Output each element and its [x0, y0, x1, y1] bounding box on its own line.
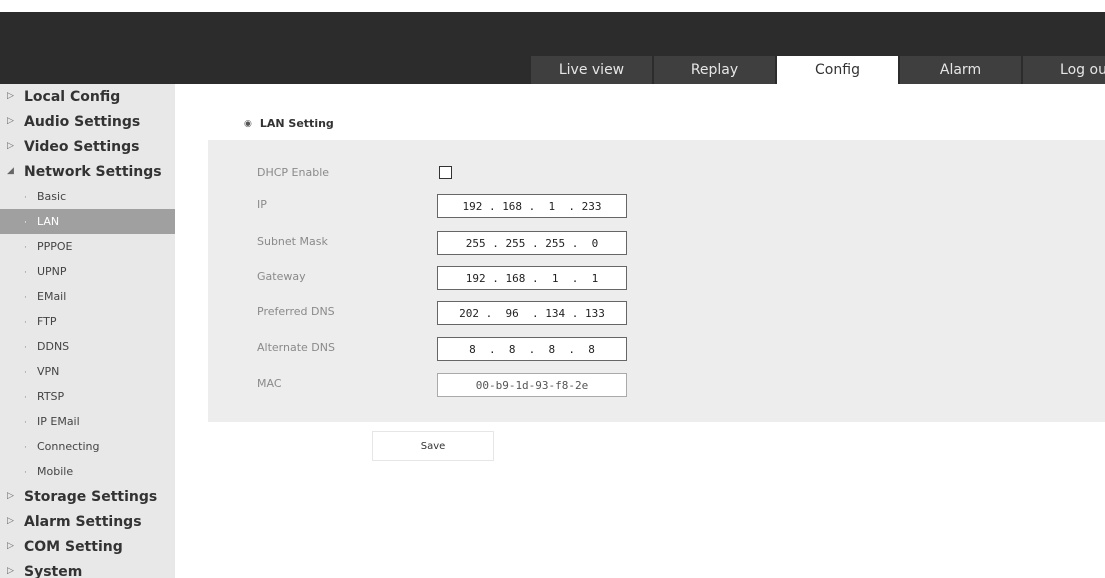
alternate-dns-row: Alternate DNS: [257, 337, 757, 361]
sidebar-item-rtsp[interactable]: · RTSP: [0, 384, 175, 409]
sidebar-group-label: Network Settings: [24, 163, 162, 180]
sidebar-group-alarm-settings[interactable]: ▷ Alarm Settings: [0, 509, 175, 534]
sidebar-item-email[interactable]: · EMail: [0, 284, 175, 309]
sidebar-item-ip-email[interactable]: · IP EMail: [0, 409, 175, 434]
gateway-row: Gateway: [257, 266, 757, 290]
sidebar-group-label: Audio Settings: [24, 113, 141, 130]
dhcp-checkbox[interactable]: [439, 166, 452, 179]
ip-field[interactable]: [437, 194, 627, 218]
tab-config[interactable]: Config: [777, 56, 898, 84]
preferred-dns-label: Preferred DNS: [257, 305, 335, 318]
triangle-right-icon: ▷: [7, 566, 14, 576]
sidebar-item-label: Connecting: [37, 440, 100, 453]
sidebar-item-label: FTP: [37, 315, 57, 328]
sidebar-item-label: Mobile: [37, 465, 74, 478]
sidebar-group-label: System: [24, 563, 83, 578]
sidebar-item-label: Basic: [37, 190, 67, 203]
triangle-right-icon: ▷: [7, 116, 14, 126]
sidebar-item-label: DDNS: [37, 340, 70, 353]
dhcp-row: DHCP Enable: [257, 162, 757, 186]
tab-alarm[interactable]: Alarm: [900, 56, 1021, 84]
tab-log-out[interactable]: Log ou: [1023, 56, 1105, 84]
sidebar-group-label: Local Config: [24, 88, 121, 105]
lan-settings-panel: DHCP Enable IP Subnet Mask Gateway Prefe…: [208, 140, 1105, 422]
alternate-dns-label: Alternate DNS: [257, 341, 335, 354]
config-screen: Live view Replay Config Alarm Log ou ▷ L…: [0, 0, 1105, 578]
sidebar-group-label: COM Setting: [24, 538, 123, 555]
main-tabs: Live view Replay Config Alarm Log ou: [531, 56, 1105, 84]
sidebar: ▷ Local Config ▷ Audio Settings ▷ Video …: [0, 84, 175, 578]
tab-replay[interactable]: Replay: [654, 56, 775, 84]
sidebar-item-label: PPPOE: [37, 240, 73, 253]
section-title-label: LAN Setting: [259, 117, 334, 130]
dot-icon: ·: [24, 393, 27, 403]
gateway-field[interactable]: [437, 266, 627, 290]
triangle-down-icon: ◢: [7, 166, 14, 176]
preferred-dns-row: Preferred DNS: [257, 301, 757, 325]
triangle-right-icon: ▷: [7, 91, 14, 101]
sidebar-item-label: RTSP: [37, 390, 65, 403]
sidebar-item-lan[interactable]: · LAN: [0, 209, 175, 234]
dot-icon: ·: [24, 468, 27, 478]
sidebar-group-system[interactable]: ▷ System: [0, 559, 175, 578]
top-header: Live view Replay Config Alarm Log ou: [0, 12, 1105, 84]
sidebar-item-mobile[interactable]: · Mobile: [0, 459, 175, 484]
sidebar-item-ftp[interactable]: · FTP: [0, 309, 175, 334]
subnet-row: Subnet Mask: [257, 231, 757, 255]
sidebar-item-ddns[interactable]: · DDNS: [0, 334, 175, 359]
mac-field: [437, 373, 627, 397]
sidebar-group-storage-settings[interactable]: ▷ Storage Settings: [0, 484, 175, 509]
dot-icon: ·: [24, 443, 27, 453]
preferred-dns-field[interactable]: [437, 301, 627, 325]
mac-label: MAC: [257, 377, 282, 390]
sidebar-group-audio-settings[interactable]: ▷ Audio Settings: [0, 109, 175, 134]
dot-icon: ·: [24, 243, 27, 253]
sidebar-item-label: UPNP: [37, 265, 67, 278]
dhcp-label: DHCP Enable: [257, 166, 330, 179]
ip-row: IP: [257, 194, 757, 218]
sidebar-item-label: LAN: [37, 215, 60, 228]
top-band: [0, 0, 1105, 12]
subnet-mask-field[interactable]: [437, 231, 627, 255]
section-title: ◉ LAN Setting: [244, 117, 334, 130]
sidebar-item-pppoe[interactable]: · PPPOE: [0, 234, 175, 259]
sidebar-item-label: EMail: [37, 290, 67, 303]
sidebar-group-label: Video Settings: [24, 138, 140, 155]
mac-row: MAC: [257, 373, 757, 397]
dot-icon: ·: [24, 218, 27, 228]
sidebar-group-video-settings[interactable]: ▷ Video Settings: [0, 134, 175, 159]
dot-icon: ·: [24, 193, 27, 203]
triangle-right-icon: ▷: [7, 141, 14, 151]
sidebar-group-local-config[interactable]: ▷ Local Config: [0, 84, 175, 109]
save-button[interactable]: Save: [372, 431, 494, 461]
triangle-right-icon: ▷: [7, 516, 14, 526]
sidebar-group-com-setting[interactable]: ▷ COM Setting: [0, 534, 175, 559]
triangle-right-icon: ▷: [7, 491, 14, 501]
alternate-dns-field[interactable]: [437, 337, 627, 361]
dot-icon: ·: [24, 343, 27, 353]
sidebar-item-label: IP EMail: [37, 415, 80, 428]
sidebar-item-upnp[interactable]: · UPNP: [0, 259, 175, 284]
sidebar-item-vpn[interactable]: · VPN: [0, 359, 175, 384]
dot-icon: ·: [24, 318, 27, 328]
dot-icon: ·: [24, 368, 27, 378]
triangle-right-icon: ▷: [7, 541, 14, 551]
tab-live-view[interactable]: Live view: [531, 56, 652, 84]
sidebar-item-connecting[interactable]: · Connecting: [0, 434, 175, 459]
sidebar-item-label: VPN: [37, 365, 60, 378]
subnet-label: Subnet Mask: [257, 235, 328, 248]
dot-icon: ·: [24, 268, 27, 278]
gateway-label: Gateway: [257, 270, 306, 283]
sidebar-item-basic[interactable]: · Basic: [0, 184, 175, 209]
sidebar-group-label: Storage Settings: [24, 488, 158, 505]
dot-icon: ·: [24, 293, 27, 303]
bullet-icon: ◉: [244, 118, 252, 129]
dot-icon: ·: [24, 418, 27, 428]
sidebar-group-network-settings[interactable]: ◢ Network Settings: [0, 159, 175, 184]
sidebar-group-label: Alarm Settings: [24, 513, 142, 530]
ip-label: IP: [257, 198, 267, 211]
